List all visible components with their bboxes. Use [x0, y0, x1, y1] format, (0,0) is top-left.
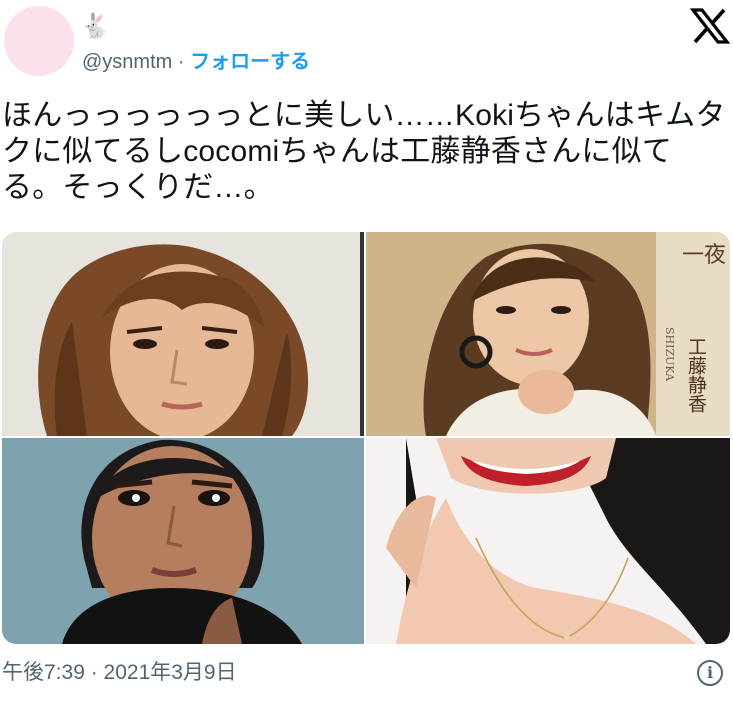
photo-man-long-hair[interactable] — [2, 232, 364, 436]
avatar[interactable] — [4, 6, 74, 76]
x-logo-icon[interactable] — [690, 8, 730, 44]
media-grid[interactable]: 一夜 SHIZUKA 工藤静香 — [2, 232, 730, 644]
photo-album-cover-woman[interactable]: 一夜 SHIZUKA 工藤静香 — [366, 232, 730, 436]
photo-girl-turtleneck[interactable] — [2, 438, 364, 644]
tweet-text: ほんっっっっっっとに美しい……Kokiちゃんはキムタクに似てるしcocomiちゃ… — [2, 99, 726, 204]
display-name[interactable]: 🐇 — [80, 12, 110, 40]
follow-button[interactable]: フォローする — [190, 51, 310, 73]
album-title: 一夜 — [682, 243, 726, 268]
album-artist-en: SHIZUKA — [663, 327, 676, 382]
author-line: @ysnmtm · フォローする — [82, 49, 310, 75]
album-artist-jp: 工藤静香 — [685, 337, 707, 413]
info-icon[interactable]: i — [697, 660, 723, 686]
user-handle[interactable]: @ysnmtm — [82, 51, 172, 73]
separator-dot: · — [172, 51, 191, 73]
tweet-timestamp[interactable]: 午後7:39 · 2021年3月9日 — [2, 660, 237, 686]
photo-smiling-woman[interactable] — [366, 438, 730, 644]
